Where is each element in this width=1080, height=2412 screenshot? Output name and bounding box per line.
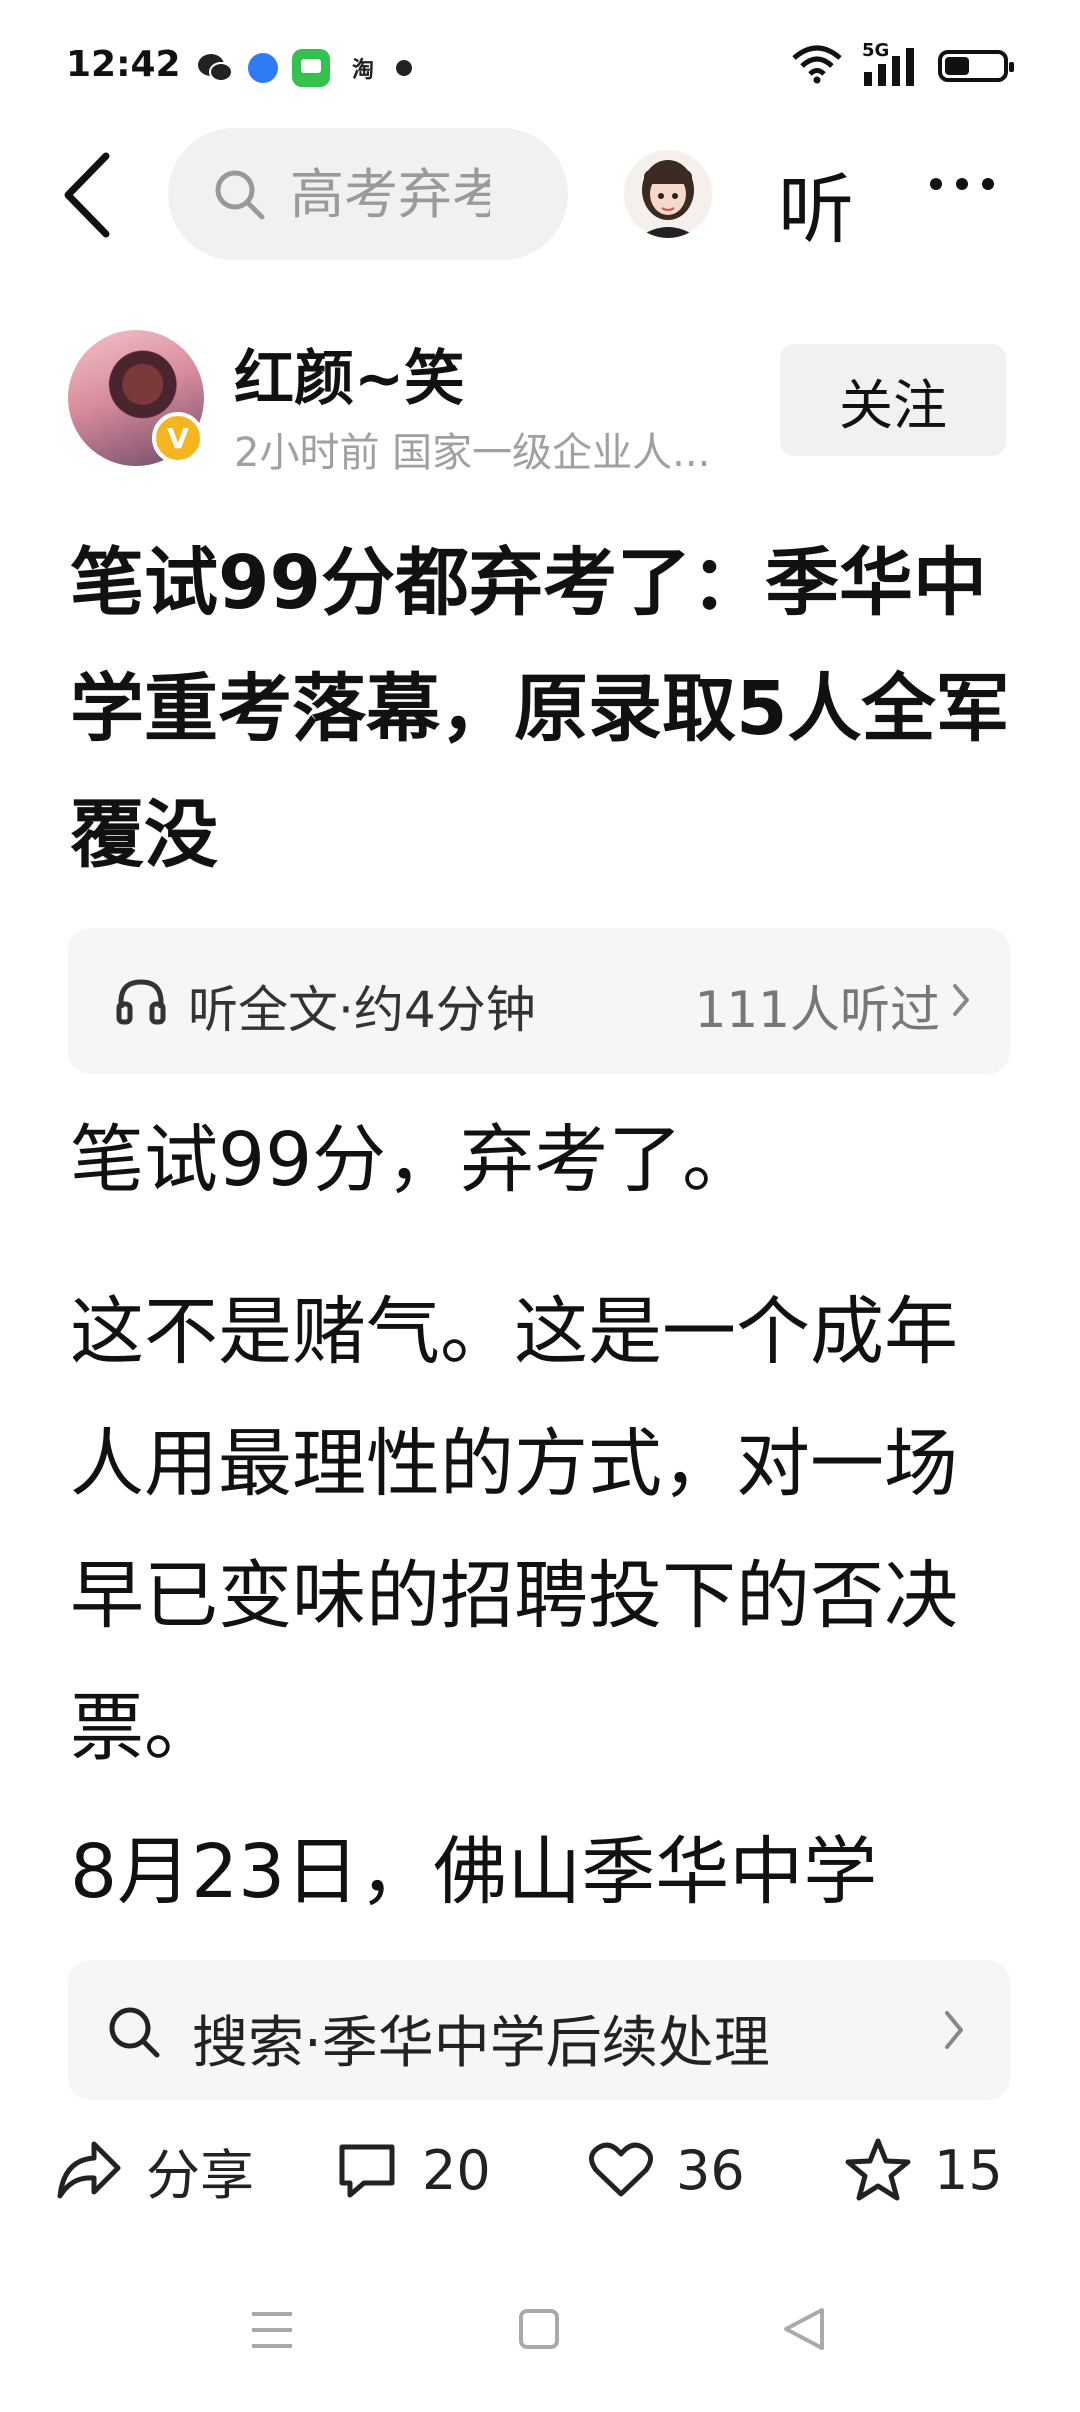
related-search-text: 搜索·季华中学后续处理 xyxy=(192,2011,770,2076)
chevron-right-icon xyxy=(945,2011,963,2049)
article-paragraph: 笔试99分，弃考了。 xyxy=(70,1117,757,1203)
article-paragraph: 8月23日，佛山季华中学 xyxy=(70,1829,878,1915)
related-search-bar[interactable]: 搜索·季华中学后续处理 xyxy=(68,1960,1010,2100)
article-title: 笔试99分都弃考了：季华中学重考落幕，原录取5人全军覆没 xyxy=(70,540,1010,878)
browser-icon xyxy=(248,53,278,83)
share-button[interactable]: 分享 xyxy=(54,2130,254,2210)
wechat-icon xyxy=(196,49,234,87)
listen-duration-label: 听全文·约4分钟 xyxy=(188,981,536,1039)
more-options-button[interactable] xyxy=(930,178,994,190)
follow-button[interactable]: 关注 xyxy=(780,344,1006,456)
chevron-right-icon xyxy=(953,984,969,1016)
status-time: 12:42 xyxy=(66,44,181,85)
star-icon xyxy=(845,2138,911,2201)
article-paragraph: 这不是赌气。这是一个成年人用最理性的方式，对一场早已变味的招聘投下的否决票。 xyxy=(70,1289,958,1771)
comment-icon xyxy=(339,2144,395,2198)
nav-home-button[interactable] xyxy=(518,2308,560,2354)
chevron-left-icon xyxy=(64,152,110,238)
verified-badge: V xyxy=(152,412,204,464)
more-dot-icon xyxy=(956,178,968,190)
heart-icon xyxy=(589,2142,653,2197)
cartoon-avatar-icon xyxy=(624,150,712,238)
back-triangle-icon xyxy=(784,2308,824,2350)
author-meta: 2小时前 国家一级企业人... xyxy=(234,430,711,476)
comment-count: 20 xyxy=(422,2138,491,2202)
more-dot-icon xyxy=(930,178,942,190)
nav-menu-button[interactable] xyxy=(250,2310,294,2354)
headphones-icon xyxy=(116,979,166,1025)
search-bar[interactable] xyxy=(168,128,568,260)
battery-icon xyxy=(938,50,1014,82)
comment-button[interactable]: 20 xyxy=(334,2130,491,2210)
share-label: 分享 xyxy=(146,2143,254,2207)
messages-icon xyxy=(292,49,330,87)
favorite-button[interactable]: 15 xyxy=(844,2130,1003,2210)
search-input[interactable] xyxy=(288,161,492,227)
status-app-icons: 淘 xyxy=(196,46,412,90)
notification-dot-icon xyxy=(396,60,412,76)
favorite-count: 15 xyxy=(934,2138,1003,2202)
search-icon xyxy=(109,2007,160,2058)
more-dot-icon xyxy=(982,178,994,190)
listen-count: 111人听过 xyxy=(694,981,940,1039)
wifi-icon xyxy=(790,44,844,88)
taobao-icon: 淘 xyxy=(351,58,374,83)
home-square-icon xyxy=(519,2309,559,2349)
search-icon xyxy=(215,170,265,220)
menu-icon xyxy=(252,2312,292,2348)
share-icon xyxy=(57,2141,121,2199)
author-name[interactable]: 红颜~笑 xyxy=(234,330,464,417)
listen-button[interactable]: 听 xyxy=(778,148,854,258)
like-button[interactable]: 36 xyxy=(588,2130,745,2210)
nav-back-button[interactable] xyxy=(782,2306,826,2356)
status-system-icons: 5G xyxy=(790,40,1014,90)
listen-full-text-bar[interactable]: 听全文·约4分钟 111人听过 xyxy=(68,928,1010,1074)
user-avatar[interactable] xyxy=(624,150,712,238)
signal-5g-icon: 5G xyxy=(862,40,920,88)
back-button[interactable] xyxy=(58,150,118,240)
like-count: 36 xyxy=(676,2138,745,2202)
